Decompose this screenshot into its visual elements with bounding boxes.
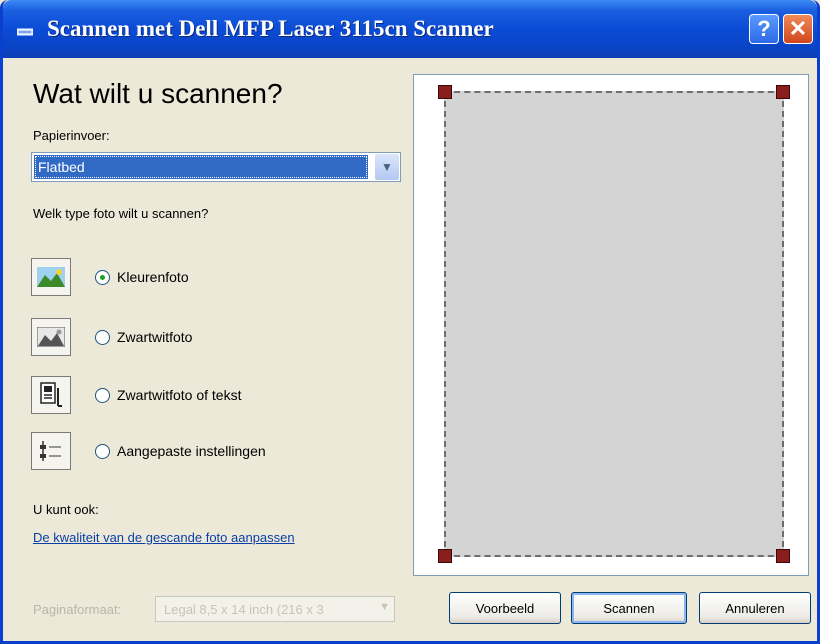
title-bar[interactable]: Scannen met Dell MFP Laser 3115cn Scanne… bbox=[3, 0, 817, 58]
paper-source-value: Flatbed bbox=[34, 155, 368, 179]
bw-text-icon bbox=[31, 376, 71, 414]
radio-bw-text[interactable] bbox=[95, 388, 110, 403]
chevron-down-icon: ▼ bbox=[379, 601, 390, 613]
color-photo-icon bbox=[31, 258, 71, 296]
radio-grayscale-photo[interactable] bbox=[95, 330, 110, 345]
radio-color-photo[interactable] bbox=[95, 270, 110, 285]
page-heading: Wat wilt u scannen? bbox=[33, 78, 283, 109]
option-label: Zwartwitfoto bbox=[117, 329, 193, 345]
scan-selection-area[interactable] bbox=[438, 85, 790, 563]
cancel-button[interactable]: Annuleren bbox=[699, 592, 811, 624]
paper-source-label: Papierinvoer: bbox=[33, 128, 110, 143]
resize-handle-top-right[interactable] bbox=[776, 85, 790, 99]
scanner-dialog: Scannen met Dell MFP Laser 3115cn Scanne… bbox=[0, 0, 820, 644]
option-label: Aangepaste instellingen bbox=[117, 443, 266, 459]
resize-handle-top-left[interactable] bbox=[438, 85, 452, 99]
page-size-label: Paginaformaat: bbox=[33, 602, 122, 617]
resize-handle-bottom-left[interactable] bbox=[438, 549, 452, 563]
scan-preview bbox=[413, 74, 809, 576]
radio-custom-settings[interactable] bbox=[95, 444, 110, 459]
page-size-dropdown[interactable]: Legal 8,5 x 14 inch (216 x 3 ▼ bbox=[155, 596, 395, 622]
custom-settings-icon bbox=[31, 432, 71, 470]
paper-source-dropdown[interactable]: Flatbed ▼ bbox=[31, 152, 401, 182]
option-label: Kleurenfoto bbox=[117, 269, 189, 285]
resize-handle-bottom-right[interactable] bbox=[776, 549, 790, 563]
scan-button[interactable]: Scannen bbox=[571, 592, 687, 624]
page-size-value: Legal 8,5 x 14 inch (216 x 3 bbox=[164, 602, 324, 617]
scanner-icon bbox=[17, 28, 33, 36]
chevron-down-icon[interactable]: ▼ bbox=[375, 154, 399, 180]
also-label: U kunt ook: bbox=[33, 502, 99, 517]
window-title: Scannen met Dell MFP Laser 3115cn Scanne… bbox=[47, 16, 494, 41]
photo-type-prompt: Welk type foto wilt u scannen? bbox=[33, 206, 209, 221]
help-button[interactable]: ? bbox=[749, 14, 779, 44]
close-button[interactable]: ✕ bbox=[783, 14, 813, 44]
option-label: Zwartwitfoto of tekst bbox=[117, 387, 242, 403]
preview-button[interactable]: Voorbeeld bbox=[449, 592, 561, 624]
grayscale-photo-icon bbox=[31, 318, 71, 356]
adjust-quality-link[interactable]: De kwaliteit van de gescande foto aanpas… bbox=[33, 530, 295, 545]
